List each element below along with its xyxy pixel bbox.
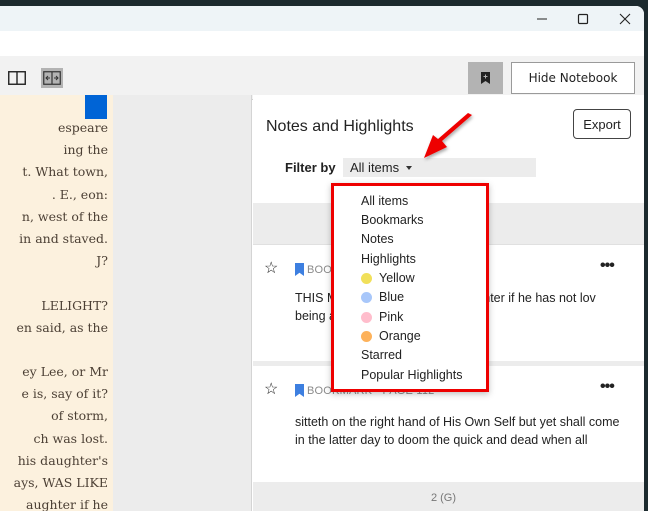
page-line: ays, WAS LIKE bbox=[13, 475, 108, 490]
page-line: his daughter's bbox=[17, 452, 108, 468]
page-line: LELIGHT? bbox=[41, 297, 108, 313]
bookmark-icon bbox=[295, 263, 304, 276]
page-line: in and staved. bbox=[19, 230, 108, 246]
page-bookmark-ribbon[interactable] bbox=[85, 95, 107, 119]
maximize-button[interactable] bbox=[563, 6, 603, 31]
page-line: e is, say of it? bbox=[21, 386, 108, 402]
close-button[interactable] bbox=[605, 6, 644, 31]
page-line bbox=[0, 272, 108, 294]
option-label: Starred bbox=[361, 348, 402, 362]
filter-option-bookmarks[interactable]: Bookmarks bbox=[361, 213, 424, 227]
page-line: . E., eon: bbox=[51, 186, 108, 202]
star-icon[interactable]: ☆ bbox=[264, 261, 278, 277]
filter-option-yellow[interactable]: Yellow bbox=[361, 271, 415, 285]
page-line: n, west of the bbox=[21, 208, 108, 224]
more-options-icon[interactable]: ••• bbox=[600, 257, 615, 275]
filter-option-notes[interactable]: Notes bbox=[361, 232, 394, 246]
filter-selected-value: All items bbox=[350, 160, 400, 175]
star-icon[interactable]: ☆ bbox=[264, 382, 278, 398]
book-page: espeare ing the t. What town, . E., eon:… bbox=[0, 95, 113, 511]
filter-option-popular-highlights[interactable]: Popular Highlights bbox=[361, 368, 462, 382]
filter-option-orange[interactable]: Orange bbox=[361, 329, 421, 343]
two-page-view-icon bbox=[43, 71, 61, 85]
page-line: espeare bbox=[57, 120, 108, 135]
color-dot-icon bbox=[361, 291, 372, 303]
filter-option-highlights[interactable]: Highlights bbox=[361, 252, 416, 266]
single-page-view-icon bbox=[8, 71, 26, 85]
notebook-title: Notes and Highlights bbox=[266, 118, 414, 135]
card-type-label: BOO bbox=[307, 263, 333, 276]
page-line: ing the bbox=[63, 142, 109, 158]
option-label: Popular Highlights bbox=[361, 368, 463, 382]
option-label: Bookmarks bbox=[361, 213, 424, 227]
option-label: Highlights bbox=[361, 252, 416, 266]
option-label: All items bbox=[361, 194, 409, 208]
more-options-icon[interactable]: ••• bbox=[600, 378, 615, 396]
page-line: en said, as the bbox=[16, 319, 108, 335]
chevron-down-icon bbox=[406, 165, 413, 170]
menu-bar bbox=[0, 31, 644, 56]
page-line: J? bbox=[96, 253, 108, 269]
book-page-text: espeare ing the t. What town, . E., eon:… bbox=[0, 117, 108, 511]
add-bookmark-icon bbox=[481, 72, 490, 84]
page-footer: 2 (G) bbox=[253, 482, 644, 511]
color-dot-icon bbox=[361, 272, 372, 284]
two-page-view-button[interactable] bbox=[41, 68, 63, 88]
page-line: ey Lee, or Mr bbox=[22, 364, 108, 380]
page-line: t. What town, bbox=[22, 164, 108, 180]
reader-pane: espeare ing the t. What town, . E., eon:… bbox=[0, 95, 252, 511]
maximize-icon bbox=[577, 13, 589, 24]
option-label: Blue bbox=[379, 290, 405, 304]
reader-toolbar: Hide Notebook bbox=[0, 56, 644, 100]
card-text: sitteth on the right hand of His Own Sel… bbox=[295, 415, 620, 447]
title-bar bbox=[0, 6, 644, 31]
single-page-view-button[interactable] bbox=[6, 68, 28, 88]
option-label: Orange bbox=[379, 329, 421, 343]
filter-option-all-items[interactable]: All items bbox=[361, 194, 408, 208]
minimize-icon bbox=[537, 18, 547, 19]
option-label: Yellow bbox=[379, 271, 415, 285]
filter-option-blue[interactable]: Blue bbox=[361, 290, 404, 304]
page-line bbox=[0, 339, 108, 361]
bookmark-icon bbox=[295, 384, 304, 397]
close-icon bbox=[619, 13, 631, 24]
color-dot-icon bbox=[361, 330, 372, 342]
filter-label: Filter by bbox=[285, 160, 336, 175]
page-line: ch was lost. bbox=[33, 430, 109, 446]
option-label: Pink bbox=[379, 310, 404, 324]
hide-notebook-button[interactable]: Hide Notebook bbox=[511, 62, 635, 94]
color-dot-icon bbox=[361, 311, 372, 323]
page-number: 2 (G) bbox=[430, 492, 457, 504]
card-meta: BOO bbox=[295, 263, 332, 276]
filter-menu: All items Bookmarks Notes Highlights Yel… bbox=[331, 183, 489, 392]
page-line: of storm, bbox=[51, 408, 108, 424]
filter-option-pink[interactable]: Pink bbox=[361, 310, 403, 324]
page-line: aughter if he bbox=[26, 497, 108, 511]
add-bookmark-button[interactable] bbox=[468, 62, 503, 94]
export-button[interactable]: Export bbox=[573, 109, 631, 139]
option-label: Notes bbox=[361, 232, 394, 246]
app-window: Hide Notebook espeare ing the t. What to… bbox=[0, 6, 644, 511]
filter-option-starred[interactable]: Starred bbox=[361, 348, 402, 362]
minimize-button[interactable] bbox=[522, 6, 562, 31]
annotation-arrow-icon bbox=[424, 113, 472, 158]
